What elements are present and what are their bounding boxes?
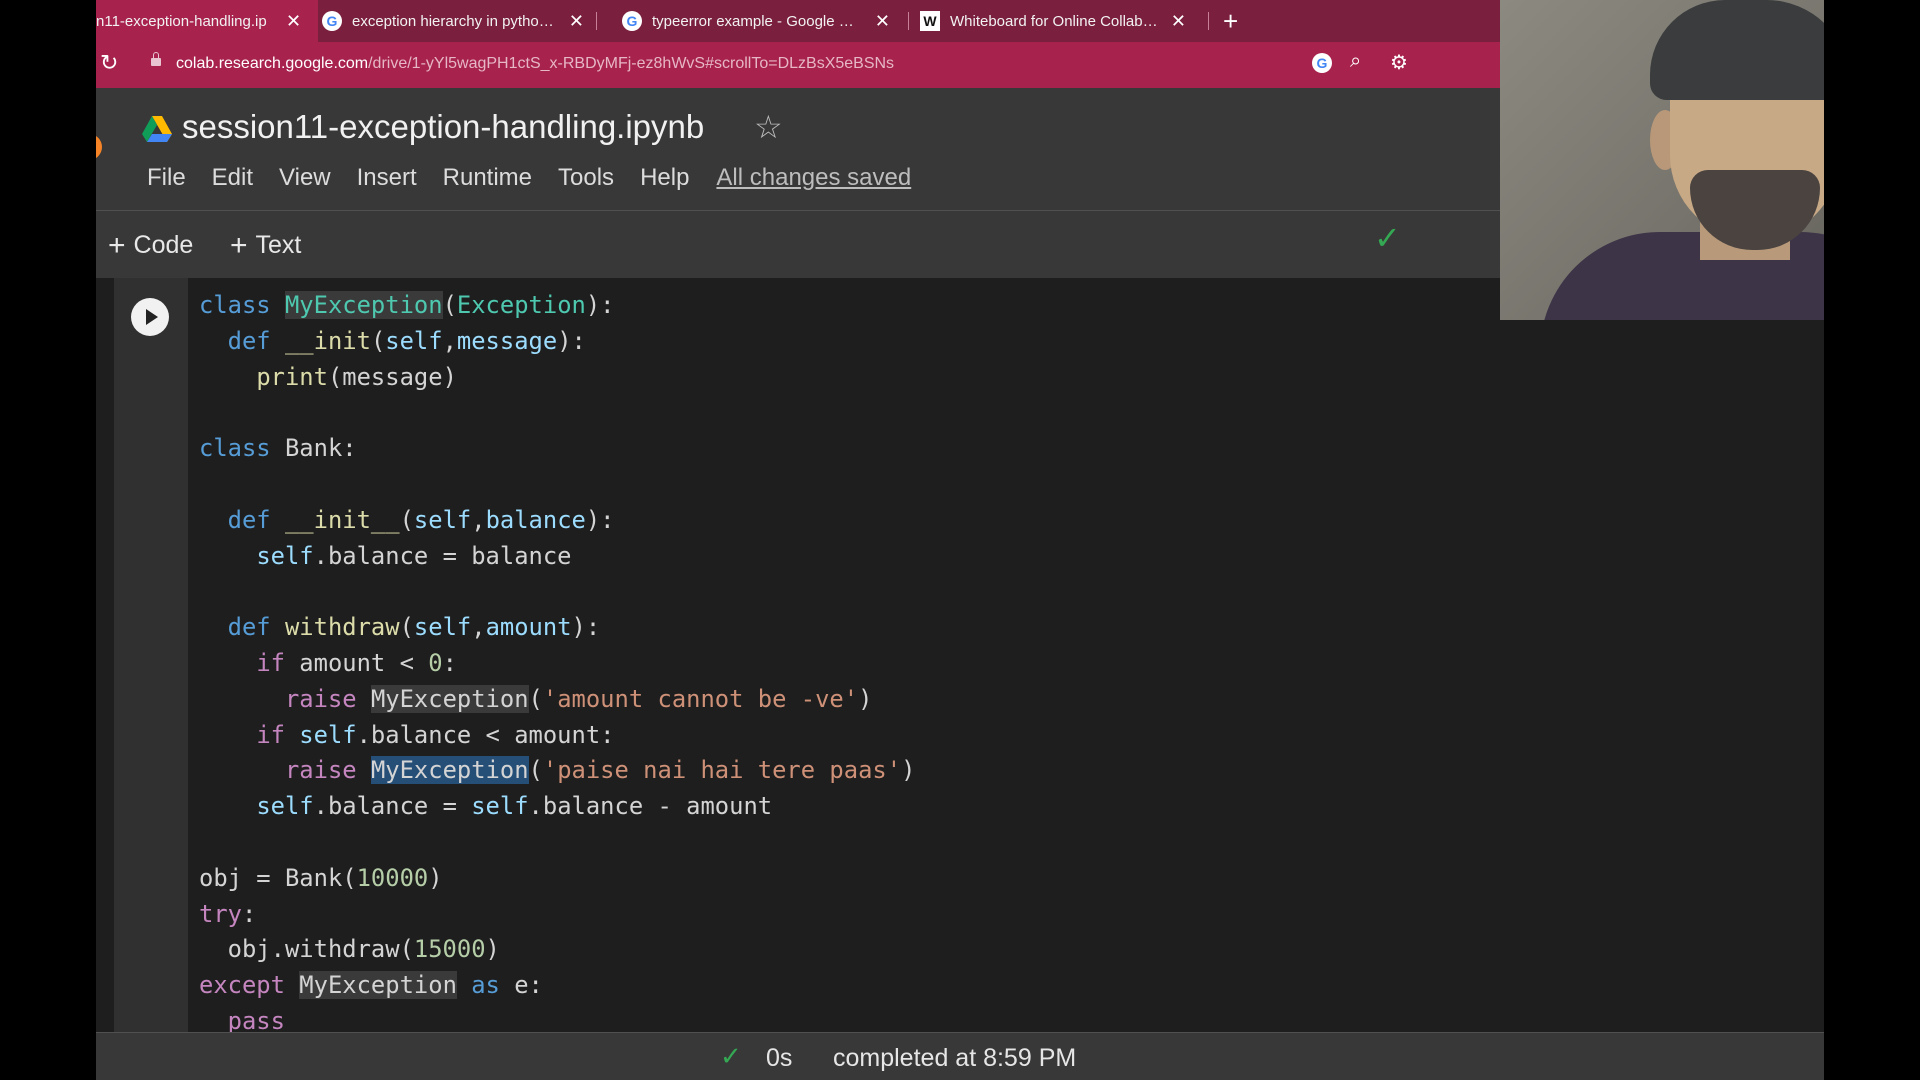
plus-icon: +	[108, 229, 126, 262]
menu-edit[interactable]: Edit	[199, 164, 266, 192]
code-line-1: class MyException(Exception):	[199, 291, 615, 319]
save-status-link[interactable]: All changes saved	[716, 164, 911, 192]
browser-tab-3[interactable]: G typeerror example - Google Sear ✕	[622, 0, 890, 42]
code-line-19: obj.withdraw(15000)	[199, 935, 500, 964]
extension-icon[interactable]: ⚙	[1390, 50, 1408, 75]
code-line-7: def __init__(self,balance):	[227, 505, 615, 534]
status-bar: ✓ 0s completed at 8:59 PM	[96, 1032, 1824, 1080]
tab-title: typeerror example - Google Sear	[652, 12, 863, 30]
tab-divider	[596, 12, 597, 30]
add-code-cell-button[interactable]: + Code	[108, 227, 194, 262]
plus-icon: +	[230, 229, 248, 262]
close-tab-icon[interactable]: ✕	[1171, 11, 1186, 32]
tab-title: exception hierarchy in python - C	[352, 12, 557, 30]
code-line-14: raise MyException('paise nai hai tere pa…	[284, 756, 916, 785]
code-line-12: raise MyException('amount cannot be -ve'…	[284, 684, 873, 713]
code-line-3: print(message)	[256, 362, 457, 391]
run-cell-button[interactable]	[131, 298, 169, 336]
tab-divider	[1208, 12, 1209, 30]
browser-tab-2[interactable]: G exception hierarchy in python - C ✕	[322, 0, 584, 42]
notebook-title[interactable]: session11-exception-handling.ipynb	[182, 108, 704, 146]
menu-file[interactable]: File	[134, 164, 199, 192]
completed-check-icon: ✓	[720, 1041, 742, 1071]
browser-tab-4[interactable]: W Whiteboard for Online Collabora ✕	[920, 0, 1186, 42]
reload-icon[interactable]: ↻	[100, 50, 118, 76]
add-text-cell-button[interactable]: + Text	[230, 227, 302, 262]
lock-icon[interactable]	[151, 52, 161, 66]
menu-bar: File Edit View Insert Runtime Tools Help…	[134, 164, 911, 192]
code-line-2: def __init(self,message):	[227, 326, 586, 355]
menu-view[interactable]: View	[266, 164, 344, 192]
code-cell[interactable]: class MyException(Exception): def __init…	[96, 278, 1824, 1035]
cell-gutter	[114, 278, 188, 1032]
menu-help[interactable]: Help	[627, 164, 702, 192]
google-icon: G	[322, 11, 342, 31]
code-line-8: self.balance = balance	[256, 541, 572, 570]
code-line-18: try:	[199, 899, 257, 928]
google-drive-icon[interactable]	[142, 116, 172, 144]
url-host: colab.research.google.com	[176, 55, 369, 72]
code-editor[interactable]: class MyException(Exception): def __init…	[199, 288, 915, 1040]
code-line-11: if amount < 0:	[256, 648, 457, 677]
url-field[interactable]: colab.research.google.com/drive/1-yYl5wa…	[176, 55, 894, 73]
execution-duration: 0s	[766, 1044, 793, 1072]
tab-divider	[908, 12, 909, 30]
close-tab-icon[interactable]: ✕	[569, 11, 584, 32]
add-text-label: Text	[255, 231, 302, 259]
close-tab-icon[interactable]: ✕	[286, 11, 301, 32]
menu-insert[interactable]: Insert	[344, 164, 430, 192]
whiteboard-icon: W	[920, 11, 940, 31]
menu-tools[interactable]: Tools	[545, 164, 627, 192]
new-tab-plus-icon[interactable]: +	[1223, 6, 1238, 37]
browser-tab-1[interactable]: n11-exception-handling.ip ✕	[96, 0, 318, 42]
screen: n11-exception-handling.ip ✕ G exception …	[96, 0, 1824, 1080]
code-line-5: class Bank:	[199, 434, 357, 463]
google-icon: G	[622, 11, 642, 31]
star-icon[interactable]: ☆	[754, 108, 783, 146]
execution-status-message: completed at 8:59 PM	[833, 1044, 1077, 1072]
code-line-20: except MyException as e:	[199, 971, 543, 1000]
code-line-17: obj = Bank(10000)	[199, 863, 443, 892]
url-path: /drive/1-yYl5wagPH1ctS_x-RBDyMFj-ez8hWvS…	[368, 55, 895, 72]
code-line-13: if self.balance < amount:	[256, 720, 615, 749]
google-account-icon[interactable]: G	[1312, 53, 1332, 73]
webcam-overlay	[1500, 0, 1824, 320]
add-code-label: Code	[133, 231, 194, 259]
connected-check-icon[interactable]: ✓	[1374, 219, 1401, 257]
zoom-icon[interactable]: ⌕	[1350, 50, 1361, 73]
code-line-15: self.balance = self.balance - amount	[256, 792, 773, 821]
close-tab-icon[interactable]: ✕	[875, 11, 890, 32]
code-line-10: def withdraw(self,amount):	[227, 613, 601, 642]
menu-runtime[interactable]: Runtime	[430, 164, 545, 192]
tab-title: n11-exception-handling.ip	[96, 12, 267, 30]
code-line-21: pass	[227, 1006, 285, 1035]
tab-title: Whiteboard for Online Collabora	[950, 12, 1159, 30]
